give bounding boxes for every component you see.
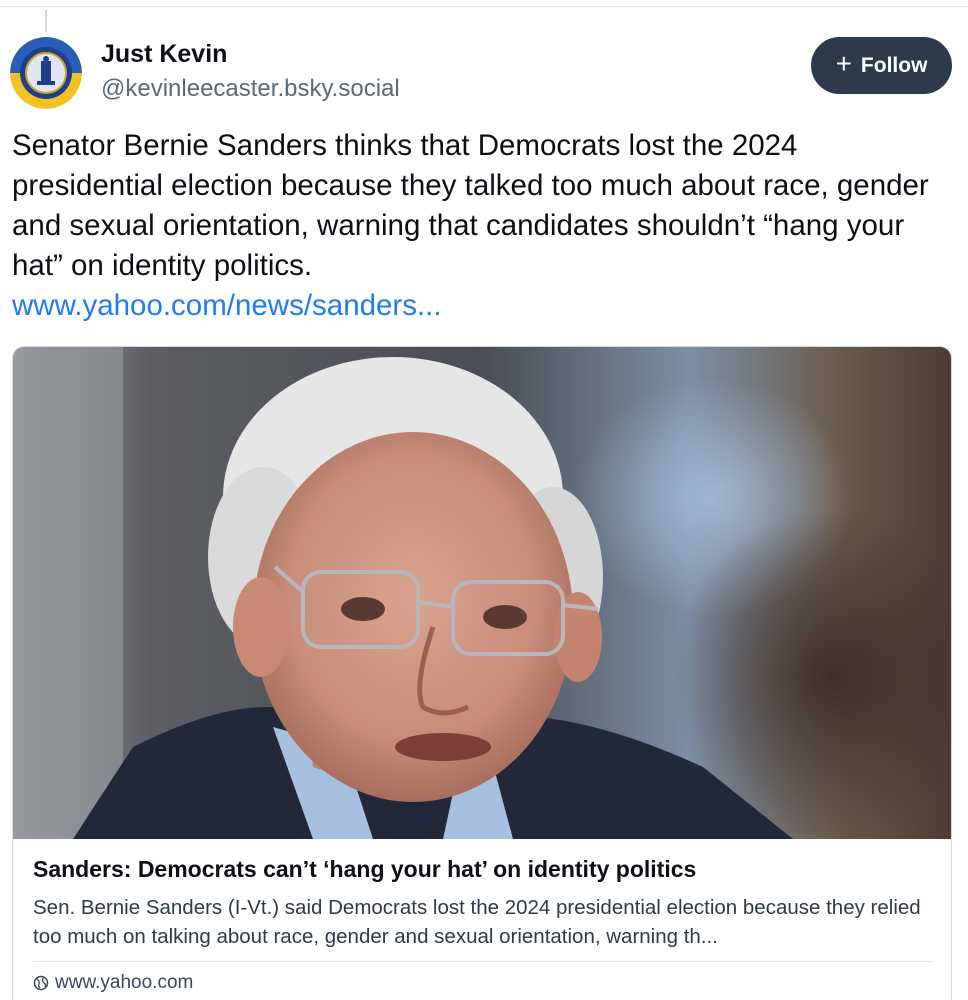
post-view: Just Kevin @kevinleecaster.bsky.social +…	[0, 0, 968, 1000]
post-link[interactable]: www.yahoo.com/news/sanders...	[12, 286, 442, 326]
avatar[interactable]	[10, 37, 82, 109]
link-preview-card[interactable]: Sanders: Democrats can’t ‘hang your hat’…	[12, 346, 952, 1000]
link-preview-source[interactable]: www.yahoo.com	[33, 972, 193, 994]
thread-connector-line	[45, 10, 47, 32]
author-handle[interactable]: @kevinleecaster.bsky.social	[101, 75, 400, 103]
link-preview-title[interactable]: Sanders: Democrats can’t ‘hang your hat’…	[33, 856, 696, 883]
author-name[interactable]: Just Kevin	[101, 40, 227, 69]
link-preview-description: Sen. Bernie Sanders (I-Vt.) said Democra…	[33, 896, 921, 948]
post-text: Senator Bernie Sanders thinks that Democ…	[12, 129, 929, 282]
follow-button[interactable]: + Follow	[811, 37, 952, 94]
link-preview-source-text: www.yahoo.com	[55, 972, 194, 993]
follow-button-label: Follow	[860, 53, 928, 77]
link-preview-image	[13, 347, 951, 839]
card-divider	[33, 961, 933, 962]
globe-icon	[33, 975, 49, 991]
top-divider	[0, 6, 968, 7]
plus-icon: +	[835, 48, 852, 79]
